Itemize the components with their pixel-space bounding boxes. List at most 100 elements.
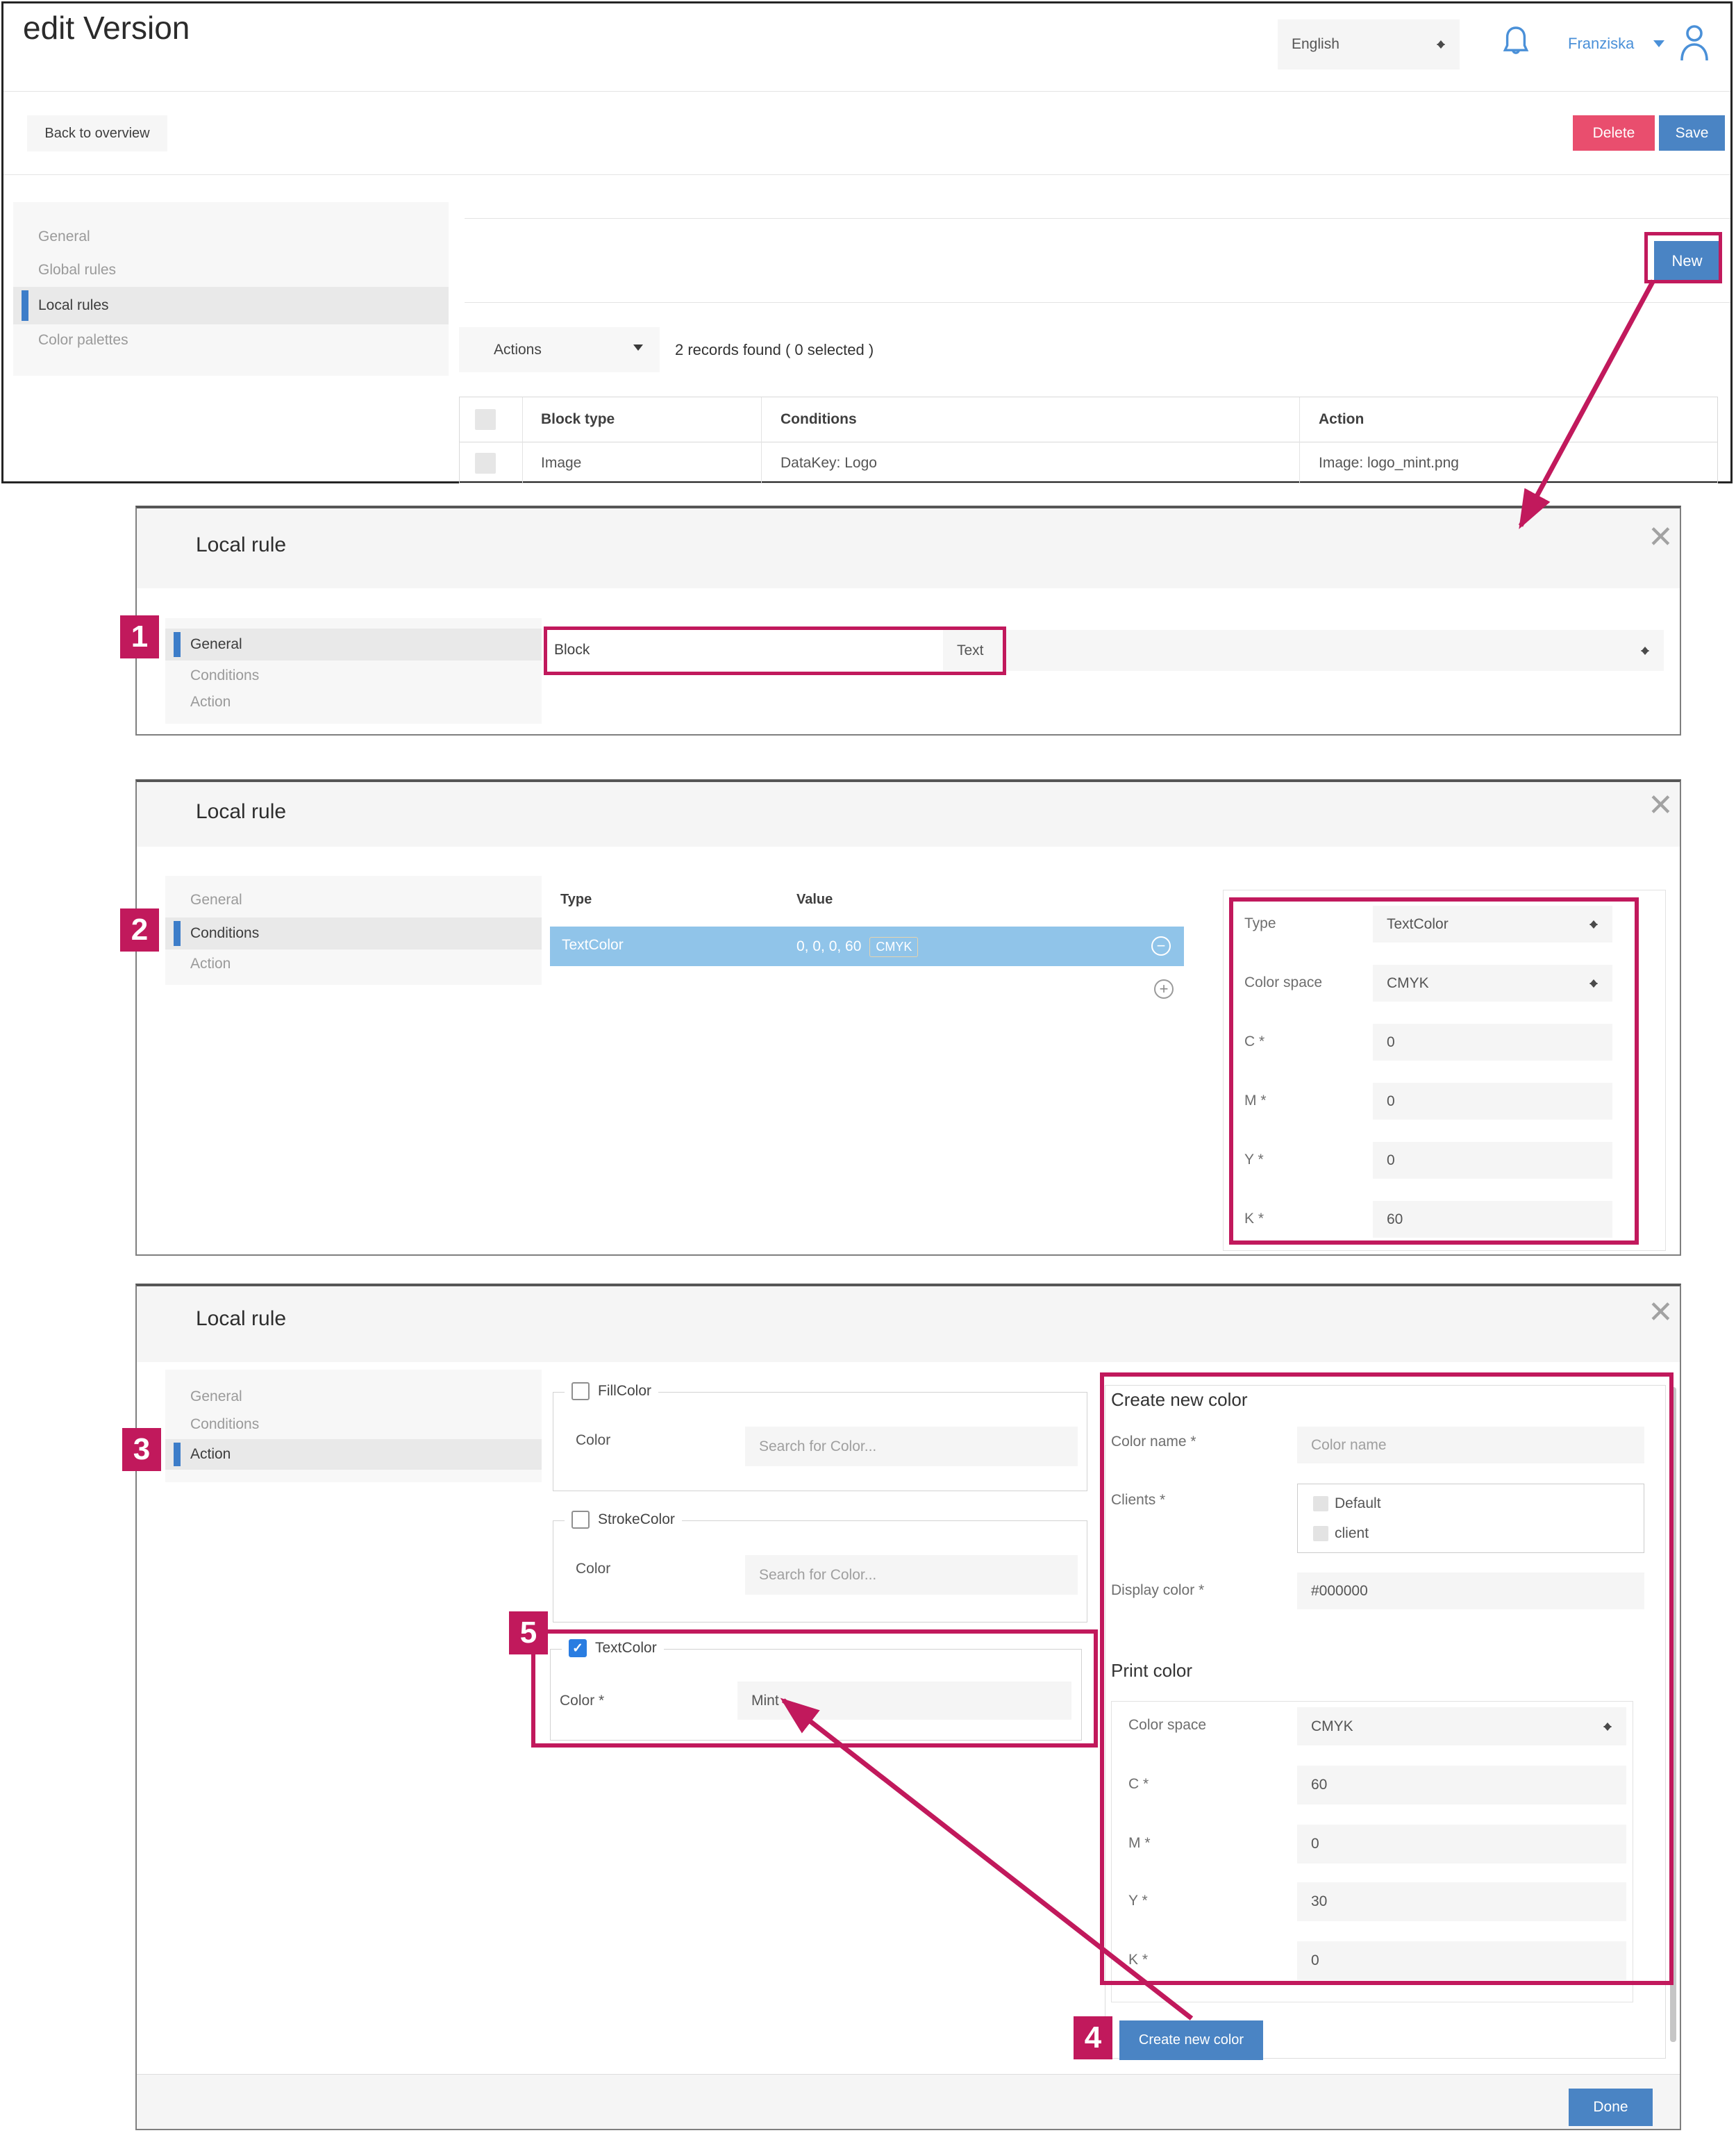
conditions-type-header: Type (560, 892, 592, 908)
dialog-nav-action[interactable]: Action (165, 951, 542, 977)
annotation-highlight-block (544, 626, 1006, 675)
c-value-input[interactable] (1373, 1024, 1612, 1061)
condition-value: 0, 0, 0, 60CMYK (796, 937, 918, 957)
y-label: Y * (1244, 1152, 1264, 1168)
active-nav-bar (174, 1443, 181, 1466)
text-color-input[interactable] (737, 1682, 1071, 1720)
block-type-select[interactable]: Text (943, 630, 1664, 671)
condition-type-select[interactable]: TextColor (1373, 906, 1612, 943)
print-k-input[interactable] (1297, 1941, 1626, 1980)
nav-item-global-rules[interactable]: Global rules (13, 256, 449, 284)
clients-list: Default client (1297, 1484, 1644, 1553)
dialog-title: Local rule (196, 800, 286, 824)
print-m-input[interactable] (1297, 1825, 1626, 1864)
print-colorspace-select[interactable]: CMYK (1297, 1707, 1626, 1745)
notifications-bell-icon[interactable] (1498, 23, 1534, 65)
conditions-value-header: Value (796, 892, 833, 908)
col-header-conditions: Conditions (781, 411, 857, 428)
table-col-divider (522, 397, 523, 483)
nav-item-local-rules[interactable]: Local rules (13, 287, 449, 324)
actions-dropdown-value: Actions (473, 342, 633, 358)
client-option-label: Default (1335, 1495, 1381, 1512)
user-menu-caret-icon (1653, 40, 1664, 53)
display-color-input[interactable] (1297, 1572, 1644, 1609)
dialog-nav-conditions[interactable]: Conditions (165, 663, 542, 688)
stroke-color-label: Color (576, 1561, 610, 1577)
delete-button[interactable]: Delete (1573, 115, 1655, 151)
print-y-input[interactable] (1297, 1882, 1626, 1921)
dialog-nav-general[interactable]: General (165, 1384, 542, 1410)
m-value-input[interactable] (1373, 1083, 1612, 1120)
strokecolor-legend: StrokeColor (598, 1511, 675, 1528)
back-to-overview-button[interactable]: Back to overview (27, 115, 167, 151)
dialog-step-nav: General Conditions Action (165, 1370, 542, 1482)
dialog-step-nav: General Conditions Action (165, 618, 542, 724)
row-checkbox[interactable] (475, 453, 496, 474)
actions-caret-icon (633, 345, 643, 356)
save-button[interactable]: Save (1659, 115, 1725, 151)
new-rule-button[interactable]: New (1654, 241, 1720, 281)
close-icon[interactable]: ✕ (1648, 1297, 1674, 1328)
select-stepper-icon (1589, 916, 1600, 933)
client-client-checkbox[interactable] (1313, 1526, 1328, 1541)
k-value-input[interactable] (1373, 1201, 1612, 1238)
dialog-header: Local rule ✕ (137, 782, 1680, 847)
color-name-label: Color name * (1111, 1434, 1196, 1450)
dialog-step-nav: General Conditions Action (165, 876, 542, 985)
nav-item-general[interactable]: General (13, 223, 449, 251)
col-header-action: Action (1319, 411, 1364, 428)
dialog-nav-action[interactable]: Action (165, 1439, 542, 1470)
screenshot-page: edit Version English Franziska Back to o… (0, 0, 1736, 2133)
y-value-input[interactable] (1373, 1142, 1612, 1179)
step-badge-2: 2 (120, 908, 159, 952)
condition-type: TextColor (562, 937, 624, 954)
print-k-label: K * (1128, 1952, 1148, 1968)
client-option-label: client (1335, 1525, 1369, 1542)
dialog-nav-general[interactable]: General (165, 629, 542, 661)
add-condition-button[interactable]: + (1154, 979, 1174, 999)
dialog-nav-conditions[interactable]: Conditions (165, 1411, 542, 1438)
actions-dropdown[interactable]: Actions (459, 327, 660, 372)
dialog-nav-action[interactable]: Action (165, 690, 542, 715)
fill-color-search-input[interactable] (745, 1427, 1078, 1466)
language-select-value: English (1292, 36, 1436, 53)
select-stepper-icon (1589, 975, 1600, 992)
dialog-footer (137, 2074, 1680, 2129)
cell-conditions: DataKey: Logo (781, 455, 877, 472)
condition-row-selected[interactable]: TextColor 0, 0, 0, 60CMYK − (550, 927, 1184, 966)
nav-item-color-palettes[interactable]: Color palettes (13, 326, 449, 354)
print-m-label: M * (1128, 1835, 1151, 1852)
dialog-nav-conditions[interactable]: Conditions (165, 918, 542, 949)
dialog-nav-general[interactable]: General (165, 887, 542, 913)
clients-label: Clients * (1111, 1492, 1165, 1509)
language-select[interactable]: English (1278, 19, 1460, 69)
select-stepper-icon (1603, 1718, 1614, 1735)
client-default-checkbox[interactable] (1313, 1496, 1328, 1511)
user-menu[interactable]: Franziska (1568, 28, 1664, 59)
create-color-heading: Create new color (1111, 1389, 1248, 1411)
print-c-input[interactable] (1297, 1766, 1626, 1804)
stroke-color-search-input[interactable] (745, 1555, 1078, 1595)
strokecolor-checkbox[interactable] (571, 1511, 590, 1529)
condition-colorspace-select[interactable]: CMYK (1373, 965, 1612, 1002)
dialog-scrollbar-thumb[interactable] (1670, 1387, 1676, 2042)
active-nav-bar (174, 921, 181, 946)
display-color-label: Display color * (1111, 1582, 1204, 1599)
textcolor-checkbox[interactable]: ✓ (569, 1639, 587, 1657)
dialog-title: Local rule (196, 533, 286, 557)
create-new-color-button[interactable]: Create new color (1119, 2020, 1263, 2060)
select-stepper-icon (1436, 36, 1447, 53)
close-icon[interactable]: ✕ (1648, 522, 1674, 553)
block-type-select-value: Text (957, 642, 1640, 659)
records-summary: 2 records found ( 0 selected ) (675, 341, 874, 359)
close-icon[interactable]: ✕ (1648, 790, 1674, 821)
fillcolor-checkbox[interactable] (571, 1382, 590, 1400)
color-name-input[interactable] (1297, 1427, 1644, 1463)
remove-condition-button[interactable]: − (1151, 936, 1171, 956)
dialog-header: Local rule ✕ (137, 1286, 1680, 1362)
done-button[interactable]: Done (1569, 2089, 1653, 2126)
check-icon: ✓ (572, 1641, 583, 1657)
user-avatar-icon[interactable] (1676, 20, 1713, 65)
page-title: edit Version (23, 9, 190, 47)
select-all-checkbox[interactable] (475, 409, 496, 430)
